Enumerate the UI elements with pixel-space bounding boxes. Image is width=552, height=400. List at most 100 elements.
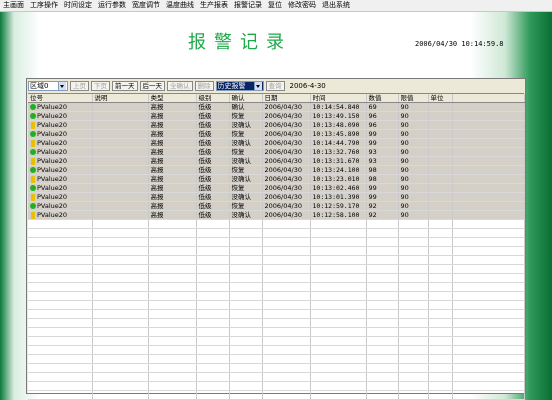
cell-type: 高报 (148, 192, 197, 202)
cell-limit: 90 (398, 138, 429, 148)
empty-cell (428, 219, 453, 229)
table-row[interactable]: PValue20 高报 低级 恢复 2006/04/30 10:13:24.100 98 90 (28, 165, 525, 175)
cell-date: 2006/04/30 (262, 183, 311, 193)
table-row[interactable]: PValue20 高报 低级 没确认 2006/04/30 10:12:58.100 92 9… (28, 210, 525, 220)
area-select[interactable]: 区域0 (28, 80, 68, 91)
column-header-level[interactable]: 级别 (196, 94, 230, 103)
query-button[interactable]: 查询 (265, 80, 285, 91)
column-header-tag[interactable]: 位号 (28, 94, 93, 103)
empty-cell (310, 390, 367, 400)
empty-cell (310, 246, 367, 256)
column-header-unit[interactable]: 单位 (428, 94, 453, 103)
cell-value: 92 (366, 210, 399, 220)
menu-item-temp-curve[interactable]: 温度曲线 (163, 0, 197, 11)
empty-cell (148, 255, 197, 265)
cell-filler (452, 129, 525, 139)
column-header-description[interactable]: 说明 (92, 94, 149, 103)
column-header-time[interactable]: 时间 (310, 94, 367, 103)
confirm-all-button[interactable]: 全确认 (167, 80, 193, 91)
empty-cell (148, 336, 197, 346)
empty-cell (28, 318, 93, 328)
table-row[interactable]: PValue20 高报 低级 确认 2006/04/30 10:14:54.840 69 90 (28, 102, 525, 112)
cell-time: 10:13:23.010 (310, 174, 367, 184)
column-header-type[interactable]: 类型 (148, 94, 197, 103)
column-header-value[interactable]: 数值 (366, 94, 399, 103)
empty-cell (310, 318, 367, 328)
empty-cell (310, 282, 367, 292)
cell-limit: 90 (398, 111, 429, 121)
empty-cell (262, 318, 311, 328)
delete-button[interactable]: 删除 (194, 80, 214, 91)
empty-cell (452, 309, 525, 319)
cell-type: 高报 (148, 129, 197, 139)
next-page-button[interactable]: 下页 (91, 80, 110, 91)
empty-cell (148, 246, 197, 256)
next-day-button[interactable]: 后一天 (139, 80, 165, 91)
empty-cell (398, 246, 429, 256)
table-row[interactable]: PValue20 高报 低级 没确认 2006/04/30 10:13:23.010 98 9… (28, 174, 525, 184)
cell-value: 93 (366, 147, 399, 157)
cell-filler (452, 138, 525, 148)
menu-item-reset[interactable]: 复位 (265, 0, 285, 11)
cell-level: 低级 (196, 201, 230, 211)
table-row[interactable]: PValue20 高报 低级 没确认 2006/04/30 10:14:44.790 99 9… (28, 138, 525, 148)
cell-level: 低级 (196, 138, 230, 148)
exclamation-status-icon (31, 157, 35, 165)
empty-cell (229, 264, 263, 274)
empty-cell (28, 219, 93, 229)
prev-page-button[interactable]: 上页 (70, 80, 89, 91)
tag-label: PValue20 (37, 166, 68, 174)
empty-table-row (28, 327, 525, 337)
empty-cell (428, 273, 453, 283)
table-row[interactable]: PValue20 高报 低级 恢复 2006/04/30 10:12:59.170 92 90 (28, 201, 525, 211)
empty-cell (92, 390, 149, 400)
column-header-date[interactable]: 日期 (262, 94, 311, 103)
menu-item-process[interactable]: 工序操作 (27, 0, 61, 11)
table-row[interactable]: PValue20 高报 低级 恢复 2006/04/30 10:13:49.150 96 90 (28, 111, 525, 121)
menu-item-main[interactable]: 主画面 (0, 0, 27, 11)
menu-item-production-report[interactable]: 生产报表 (197, 0, 231, 11)
empty-cell (92, 318, 149, 328)
column-header-limit[interactable]: 限值 (398, 94, 429, 103)
empty-cell (92, 327, 149, 337)
menu-item-time-setting[interactable]: 时间设定 (61, 0, 95, 11)
column-header-ack[interactable]: 确认 (229, 94, 263, 103)
table-row[interactable]: PValue20 高报 低级 没确认 2006/04/30 10:13:01.390 99 9… (28, 192, 525, 202)
empty-cell (366, 219, 399, 229)
cell-filler (452, 111, 525, 121)
table-row[interactable]: PValue20 高报 低级 恢复 2006/04/30 10:13:45.890 99 90 (28, 129, 525, 139)
alarm-mode-select[interactable]: 历史报警 (215, 80, 264, 91)
alarm-table-container[interactable]: 位号 说明 类型 级别 确认 日期 时间 数值 限值 单位 PValue20 高报… (28, 93, 525, 400)
cell-value: 99 (366, 183, 399, 193)
cell-description (92, 210, 149, 220)
menu-item-alarm-records[interactable]: 报警记录 (231, 0, 265, 11)
table-row[interactable]: PValue20 高报 低级 没确认 2006/04/30 10:13:31.670 93 9… (28, 156, 525, 166)
empty-cell (196, 327, 230, 337)
menu-item-width-adjust[interactable]: 宽度调节 (129, 0, 163, 11)
cell-description (92, 192, 149, 202)
cell-limit: 90 (398, 129, 429, 139)
empty-cell (428, 237, 453, 247)
tag-label: PValue20 (37, 130, 68, 138)
cell-ack: 没确认 (229, 138, 263, 148)
cell-time: 10:13:31.670 (310, 156, 367, 166)
menu-item-exit[interactable]: 退出系统 (319, 0, 353, 11)
exclamation-status-icon (31, 175, 35, 183)
empty-cell (196, 219, 230, 229)
table-row[interactable]: PValue20 高报 低级 恢复 2006/04/30 10:13:02.460 99 90 (28, 183, 525, 193)
empty-cell (366, 246, 399, 256)
table-row[interactable]: PValue20 高报 低级 没确认 2006/04/30 10:13:48.090 96 9… (28, 120, 525, 130)
prev-day-button[interactable]: 前一天 (112, 80, 138, 91)
menu-item-run-params[interactable]: 运行参数 (95, 0, 129, 11)
menu-item-change-password[interactable]: 修改密码 (285, 0, 319, 11)
empty-cell (92, 219, 149, 229)
table-header-row: 位号 说明 类型 级别 确认 日期 时间 数值 限值 单位 (28, 94, 525, 103)
empty-cell (28, 255, 93, 265)
empty-cell (262, 390, 311, 400)
table-row[interactable]: PValue20 高报 低级 恢复 2006/04/30 10:13:32.760 93 90 (28, 147, 525, 157)
empty-cell (452, 381, 525, 391)
cell-type: 高报 (148, 210, 197, 220)
empty-cell (428, 228, 453, 238)
check-status-icon (30, 104, 36, 110)
empty-cell (310, 273, 367, 283)
